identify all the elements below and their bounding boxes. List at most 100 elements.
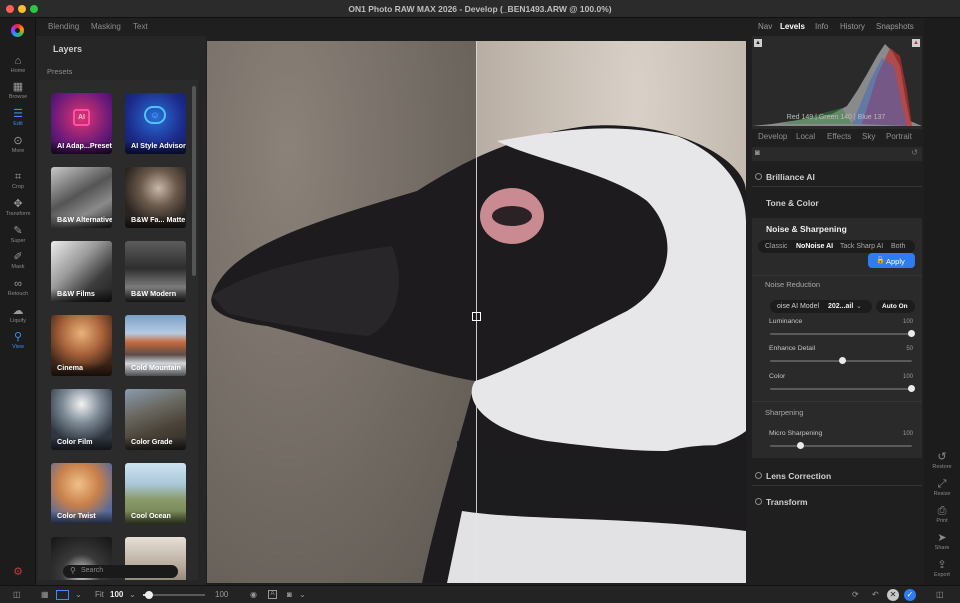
- subtab-effects[interactable]: Effects: [827, 132, 851, 141]
- resize-icon: ⤢: [937, 478, 947, 490]
- search-input[interactable]: Search: [81, 567, 103, 574]
- mode-classic[interactable]: Classic: [765, 243, 788, 250]
- preset-tile[interactable]: Cold Mountain: [125, 315, 186, 376]
- settings-icon: ⚙: [13, 566, 23, 578]
- rail-item-home[interactable]: ⌂ Home: [0, 55, 36, 74]
- chevron-down-icon[interactable]: ⌄: [129, 590, 136, 599]
- enhance-detail-knob[interactable]: [839, 357, 846, 364]
- rail-item-edit[interactable]: ☰ Edit: [0, 108, 36, 127]
- sync-icon[interactable]: ⟳: [852, 590, 859, 599]
- zoom-slider[interactable]: [143, 591, 205, 599]
- preset-tile[interactable]: Color Twist: [51, 463, 112, 524]
- subtab-portrait[interactable]: Portrait: [886, 132, 912, 141]
- tab-masking[interactable]: Masking: [91, 22, 121, 31]
- mask-view-icon[interactable]: ◙: [287, 590, 292, 599]
- camera-icon[interactable]: ◙: [755, 148, 760, 157]
- side-rail: ↺ Restore ⤢ Resize ⎙ Print ➤ Share ⇪ Exp…: [924, 18, 960, 585]
- super-icon: ✎: [13, 225, 23, 237]
- chevron-down-icon[interactable]: ⌄: [75, 590, 82, 599]
- share-icon: ➤: [937, 532, 947, 544]
- toggle-icon[interactable]: [755, 498, 762, 505]
- panel-toggle-right-icon[interactable]: ◫: [936, 590, 944, 599]
- photo-canvas[interactable]: [207, 41, 746, 583]
- layers-panel: Layers Presets AI AI Adap...Preset ☺ AI …: [36, 36, 206, 585]
- tab-blending[interactable]: Blending: [48, 22, 79, 31]
- preset-search[interactable]: ⚲ Search: [63, 565, 178, 578]
- shadow-clip-icon[interactable]: ▲: [754, 39, 762, 47]
- toggle-icon[interactable]: [755, 472, 762, 479]
- mode-nonoise-ai[interactable]: NoNoise AI: [796, 243, 833, 250]
- chevron-down-icon[interactable]: ⌄: [299, 590, 306, 599]
- mode-tack-sharp-ai[interactable]: Tack Sharp AI: [840, 243, 883, 250]
- restore-button[interactable]: ↺ Restore: [924, 451, 960, 470]
- tool-rail: ⌂ Home ▦ Browse ☰ Edit ⊙ More ⌗ Crop ✥ T…: [0, 18, 36, 585]
- preset-tile[interactable]: Color Film: [51, 389, 112, 450]
- eye-icon[interactable]: ◉: [250, 590, 257, 599]
- luminance-slider[interactable]: [770, 333, 912, 335]
- subtab-develop[interactable]: Develop: [758, 132, 787, 141]
- micro-sharpening-knob[interactable]: [797, 442, 804, 449]
- apply-button[interactable]: 🔓 Apply: [868, 253, 915, 268]
- zoom-knob[interactable]: [145, 591, 154, 599]
- print-button[interactable]: ⎙ Print: [924, 505, 960, 524]
- presets-title: Presets: [47, 67, 73, 76]
- subtab-sky[interactable]: Sky: [862, 132, 875, 141]
- highlight-clip-icon[interactable]: ▲: [912, 39, 920, 47]
- color-knob[interactable]: [908, 385, 915, 392]
- noise-mode-selector: Classic NoNoise AI Tack Sharp AI Both: [758, 240, 915, 253]
- tab-nav[interactable]: Nav: [758, 22, 772, 31]
- rail-item-mask[interactable]: ✐ Mask: [0, 251, 36, 270]
- preset-tile[interactable]: B&W Films: [51, 241, 112, 302]
- preset-grid: AI AI Adap...Preset ☺ AI Style Advisor B…: [38, 80, 198, 580]
- rail-item-retouch[interactable]: ∞ Retouch: [0, 278, 36, 297]
- preset-scrollbar[interactable]: [192, 86, 196, 276]
- rail-item-more[interactable]: ⊙ More: [0, 135, 36, 154]
- rail-item-super[interactable]: ✎ Super: [0, 225, 36, 244]
- preset-tile[interactable]: AI AI Adap...Preset: [51, 93, 112, 154]
- mode-both[interactable]: Both: [891, 243, 905, 250]
- tab-snapshots[interactable]: Snapshots: [876, 22, 914, 31]
- preset-tile[interactable]: Cinema: [51, 315, 112, 376]
- tab-history[interactable]: History: [840, 22, 865, 31]
- zoom-percent: 100: [215, 590, 229, 599]
- toggle-icon[interactable]: [755, 173, 762, 180]
- done-button[interactable]: ✓: [904, 589, 916, 601]
- preset-tile[interactable]: Color Grade: [125, 389, 186, 450]
- tab-text[interactable]: Text: [133, 22, 148, 31]
- panel-toggle-icon[interactable]: ◫: [13, 590, 21, 599]
- preset-tile[interactable]: Cool Ocean: [125, 463, 186, 524]
- preset-tile[interactable]: ☺ AI Style Advisor: [125, 93, 186, 154]
- text-overlay-icon[interactable]: A: [268, 590, 277, 599]
- preset-tile[interactable]: B&W Alternative: [51, 167, 112, 228]
- resize-button[interactable]: ⤢ Resize: [924, 478, 960, 497]
- rail-item-crop[interactable]: ⌗ Crop: [0, 171, 36, 190]
- single-view-icon[interactable]: [56, 590, 69, 600]
- divider: [752, 485, 922, 486]
- rail-item-liquify[interactable]: ☁ Liquify: [0, 305, 36, 324]
- share-button[interactable]: ➤ Share: [924, 532, 960, 551]
- luminance-knob[interactable]: [908, 330, 915, 337]
- tab-levels[interactable]: Levels: [780, 22, 805, 31]
- preset-tile[interactable]: B&W Fa... Matte: [125, 167, 186, 228]
- rail-item-view[interactable]: ⚲ View: [0, 331, 36, 350]
- export-button[interactable]: ⇪ Export: [924, 559, 960, 578]
- rail-item-transform[interactable]: ✥ Transform: [0, 198, 36, 217]
- split-handle[interactable]: [472, 312, 481, 321]
- rail-item-browse[interactable]: ▦ Browse: [0, 81, 36, 100]
- cancel-button[interactable]: ✕: [887, 589, 899, 601]
- tab-info[interactable]: Info: [815, 22, 828, 31]
- top-tabs: Blending Masking Text: [36, 18, 748, 36]
- auto-on-button[interactable]: Auto On: [876, 300, 915, 313]
- zoom-value[interactable]: 100: [110, 590, 123, 599]
- rail-settings[interactable]: ⚙: [0, 566, 36, 578]
- micro-sharpening-slider[interactable]: [770, 445, 912, 447]
- slider-value: 100: [902, 374, 913, 380]
- preset-tile[interactable]: B&W Modern: [125, 241, 186, 302]
- divider: [752, 186, 922, 187]
- subtab-local[interactable]: Local: [796, 132, 815, 141]
- grid-view-icon[interactable]: ▦: [41, 590, 49, 599]
- undo-icon[interactable]: ↶: [872, 590, 879, 599]
- model-dropdown[interactable]: oise AI Model 202...ail ⌄: [770, 300, 872, 313]
- color-slider[interactable]: [770, 388, 912, 390]
- reset-icon[interactable]: ↺: [911, 148, 918, 157]
